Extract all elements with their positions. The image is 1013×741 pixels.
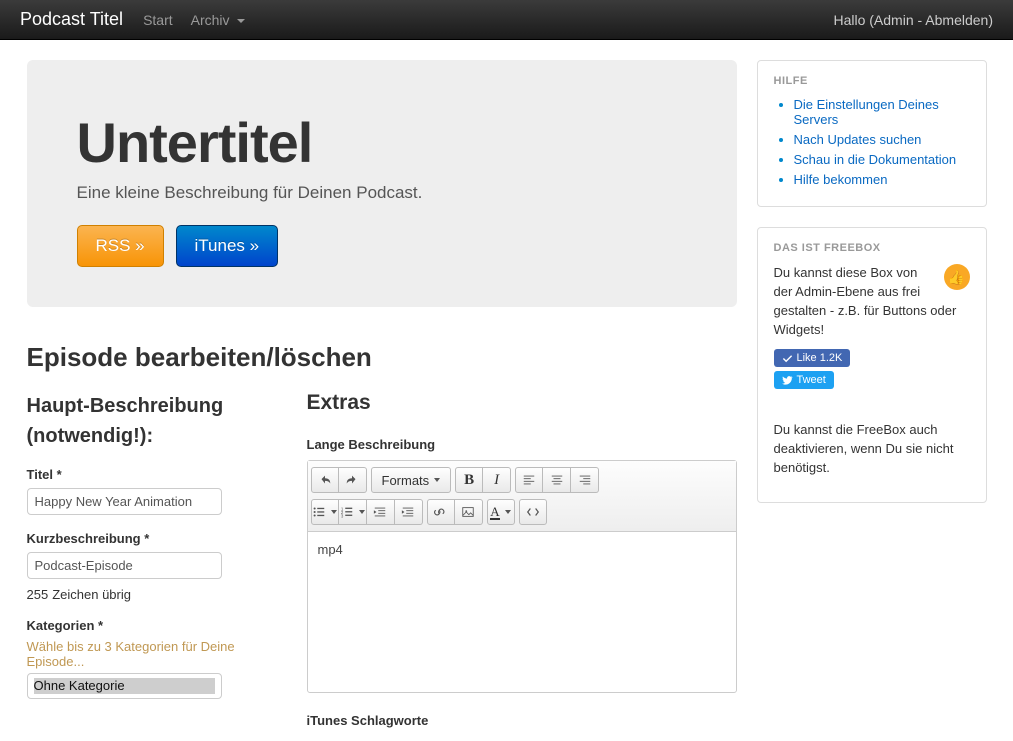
fb-like-button[interactable]: Like 1.2K: [774, 349, 851, 367]
image-icon: [461, 505, 475, 519]
help-item: Die Einstellungen Deines Servers: [794, 97, 970, 127]
form-right-column: Extras Lange Beschreibung Formats: [307, 391, 737, 728]
nav-archiv-label: Archiv: [191, 12, 230, 28]
logout-link[interactable]: Abmelden: [925, 12, 988, 28]
categories-select[interactable]: Ohne Kategorie: [27, 673, 222, 699]
page-title: Episode bearbeiten/löschen: [27, 342, 737, 373]
chevron-down-icon: [331, 510, 337, 514]
brand-title[interactable]: Podcast Titel: [20, 9, 123, 30]
navbar-right: Hallo (Admin - Abmelden): [833, 12, 993, 28]
freebox-text2: Du kannst die FreeBox auch deaktivieren,…: [774, 421, 970, 478]
indent-button[interactable]: [395, 499, 423, 525]
editor-toolbar: Formats B I: [308, 461, 736, 532]
align-right-icon: [578, 473, 592, 487]
editor-body[interactable]: mp4: [308, 532, 736, 692]
form-left-column: Haupt-Beschreibung (notwendig!): Titel *…: [27, 391, 247, 699]
freebox-heading: Das ist Freebox: [774, 242, 970, 254]
like-label: Like 1.2K: [797, 352, 843, 364]
help-item: Hilfe bekommen: [794, 172, 970, 187]
title-input[interactable]: [27, 488, 222, 515]
help-link-server[interactable]: Die Einstellungen Deines Servers: [794, 97, 939, 127]
help-link-updates[interactable]: Nach Updates suchen: [794, 132, 922, 147]
undo-button[interactable]: [311, 467, 339, 493]
svg-text:3: 3: [340, 513, 343, 518]
main-desc-heading: Haupt-Beschreibung (notwendig!):: [27, 391, 247, 451]
number-list-button[interactable]: 123: [339, 499, 367, 525]
char-count-num: 255: [27, 587, 49, 602]
textcolor-icon: A: [490, 505, 499, 520]
itunes-tags-label: iTunes Schlagworte: [307, 713, 737, 728]
help-panel: Hilfe Die Einstellungen Deines Servers N…: [757, 60, 987, 207]
itunes-button[interactable]: iTunes »: [176, 225, 279, 267]
image-button[interactable]: [455, 499, 483, 525]
italic-icon: I: [494, 472, 499, 489]
link-button[interactable]: [427, 499, 455, 525]
help-item: Nach Updates suchen: [794, 132, 970, 147]
chevron-down-icon: [434, 478, 440, 482]
hero-title: Untertitel: [77, 110, 687, 175]
align-center-icon: [550, 473, 564, 487]
char-counter: 255Zeichen übrig: [27, 587, 247, 602]
outdent-icon: [373, 505, 387, 519]
indent-icon: [401, 505, 415, 519]
categories-label: Kategorien *: [27, 618, 247, 633]
help-heading: Hilfe: [774, 75, 970, 87]
align-left-button[interactable]: [515, 467, 543, 493]
rich-text-editor: Formats B I: [307, 460, 737, 693]
longdesc-label: Lange Beschreibung: [307, 437, 737, 452]
check-icon: [782, 353, 793, 364]
outdent-button[interactable]: [367, 499, 395, 525]
help-list: Die Einstellungen Deines Servers Nach Up…: [774, 97, 970, 187]
chevron-down-icon: [505, 510, 511, 514]
char-count-text: Zeichen übrig: [52, 587, 131, 602]
freebox-panel: Das ist Freebox 👍 Du kannst diese Box vo…: [757, 227, 987, 503]
redo-icon: [345, 473, 359, 487]
redo-button[interactable]: [339, 467, 367, 493]
tweet-button[interactable]: Tweet: [774, 371, 834, 389]
align-center-button[interactable]: [543, 467, 571, 493]
category-option[interactable]: Ohne Kategorie: [34, 678, 215, 694]
hero: Untertitel Eine kleine Beschreibung für …: [27, 60, 737, 307]
nav-archiv[interactable]: Archiv: [191, 12, 246, 28]
extras-heading: Extras: [307, 391, 737, 415]
thumbs-up-icon: 👍: [944, 264, 970, 290]
help-link-docs[interactable]: Schau in die Dokumentation: [794, 152, 957, 167]
shortdesc-input[interactable]: [27, 552, 222, 579]
formats-button[interactable]: Formats: [371, 467, 452, 493]
editor-content: mp4: [318, 542, 726, 557]
italic-button[interactable]: I: [483, 467, 511, 493]
tweet-label: Tweet: [797, 374, 826, 386]
help-link-help[interactable]: Hilfe bekommen: [794, 172, 888, 187]
textcolor-button[interactable]: A: [487, 499, 515, 525]
code-icon: [526, 505, 540, 519]
chevron-down-icon: [359, 510, 365, 514]
formats-label: Formats: [382, 473, 430, 488]
freebox-text1: Du kannst diese Box von der Admin-Ebene …: [774, 264, 970, 339]
undo-icon: [318, 473, 332, 487]
bullet-list-icon: [312, 505, 326, 519]
bullet-list-button[interactable]: [311, 499, 339, 525]
chevron-down-icon: [237, 19, 245, 23]
align-right-button[interactable]: [571, 467, 599, 493]
bold-button[interactable]: B: [455, 467, 483, 493]
title-label: Titel *: [27, 467, 247, 482]
rss-button[interactable]: RSS »: [77, 225, 164, 267]
number-list-icon: 123: [340, 505, 354, 519]
admin-link[interactable]: Admin: [874, 12, 914, 28]
bold-icon: B: [464, 472, 474, 489]
help-item: Schau in die Dokumentation: [794, 152, 970, 167]
shortdesc-label: Kurzbeschreibung *: [27, 531, 247, 546]
navbar: Podcast Titel Start Archiv Hallo (Admin …: [0, 0, 1013, 40]
nav-start[interactable]: Start: [143, 12, 173, 28]
link-icon: [434, 505, 448, 519]
align-left-icon: [522, 473, 536, 487]
hero-subtitle: Eine kleine Beschreibung für Deinen Podc…: [77, 183, 687, 203]
categories-hint: Wähle bis zu 3 Kategorien für Deine Epis…: [27, 639, 247, 669]
code-button[interactable]: [519, 499, 547, 525]
greeting-text: Hallo: [833, 12, 865, 28]
twitter-icon: [782, 375, 793, 386]
